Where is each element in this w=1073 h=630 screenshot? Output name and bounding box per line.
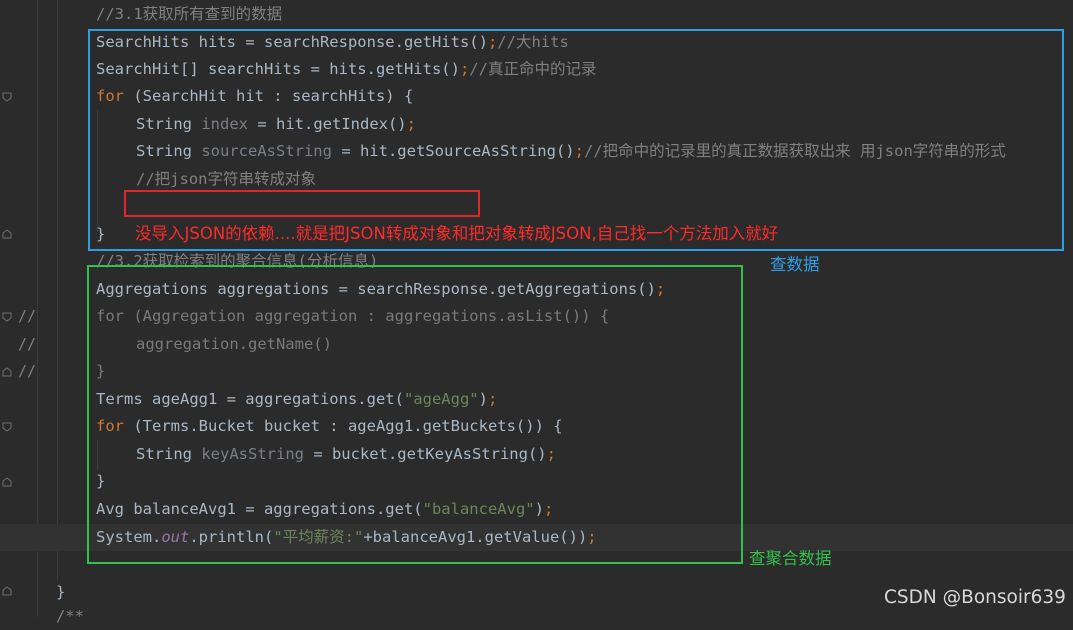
indent-guide (57, 0, 58, 580)
query-data-label: 查数据 (770, 255, 820, 274)
fold-marker-icon[interactable] (2, 586, 12, 596)
gutter-comment-mark: // (18, 335, 37, 353)
gutter-comment-mark: // (18, 362, 37, 380)
code-line[interactable]: } (56, 579, 65, 606)
code-line[interactable]: //3.1获取所有查到的数据 (96, 1, 282, 28)
fold-marker-icon[interactable] (2, 367, 12, 377)
fold-marker-icon[interactable] (2, 477, 12, 487)
fold-marker-icon[interactable] (2, 229, 12, 239)
aggregation-data-highlight-box (87, 265, 743, 564)
fold-marker-icon[interactable] (2, 422, 12, 432)
missing-json-line-box (124, 190, 480, 217)
missing-dependency-note: 没导入JSON的依赖....就是把JSON转成对象和把对象转成JSON,自己找一… (135, 224, 779, 243)
fold-marker-icon[interactable] (2, 312, 12, 322)
fold-marker-icon[interactable] (2, 92, 12, 102)
aggregation-data-label: 查聚合数据 (749, 549, 832, 568)
csdn-watermark: CSDN @Bonsoir639 (884, 587, 1066, 608)
query-data-highlight-box (88, 29, 1064, 251)
gutter-comment-mark: // (18, 307, 37, 325)
